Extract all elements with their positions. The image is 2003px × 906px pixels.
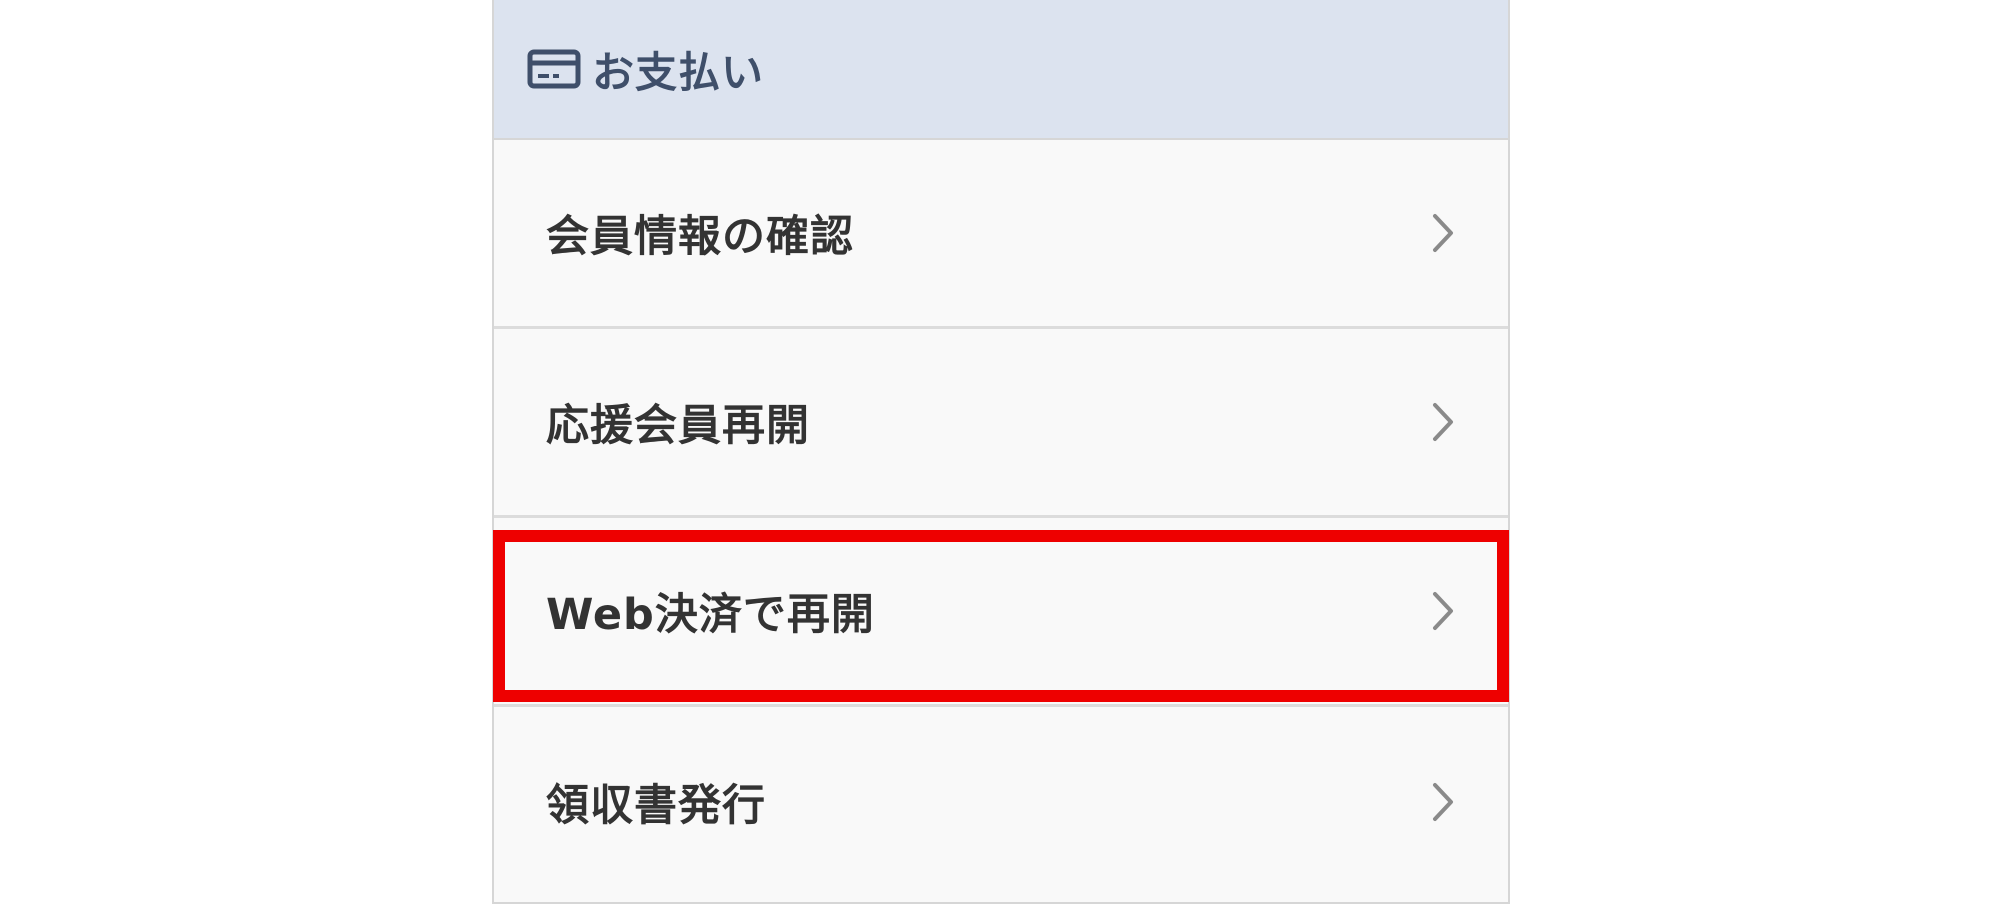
menu-item-label: Web決済で再開 <box>546 590 875 640</box>
payment-section-header: お支払い <box>494 0 1508 140</box>
chevron-right-icon <box>1428 399 1458 445</box>
menu-item-resume-support[interactable]: 応援会員再開 <box>494 329 1508 518</box>
menu-item-label: 領収書発行 <box>546 780 766 831</box>
menu-item-member-info[interactable]: 会員情報の確認 <box>494 140 1508 329</box>
payment-menu-panel: お支払い 会員情報の確認 応援会員再開 Web決済で再開 領収書発行 <box>492 0 1510 904</box>
menu-item-label: 応援会員再開 <box>546 401 810 451</box>
credit-card-icon <box>526 47 582 91</box>
menu-item-resume-web-payment[interactable]: Web決済で再開 <box>494 518 1508 707</box>
chevron-right-icon <box>1428 210 1458 256</box>
menu-item-label: 会員情報の確認 <box>546 212 854 262</box>
chevron-right-icon <box>1428 779 1458 825</box>
menu-item-issue-receipt[interactable]: 領収書発行 <box>494 707 1508 896</box>
chevron-right-icon <box>1428 588 1458 634</box>
section-title: お支払い <box>592 47 765 97</box>
